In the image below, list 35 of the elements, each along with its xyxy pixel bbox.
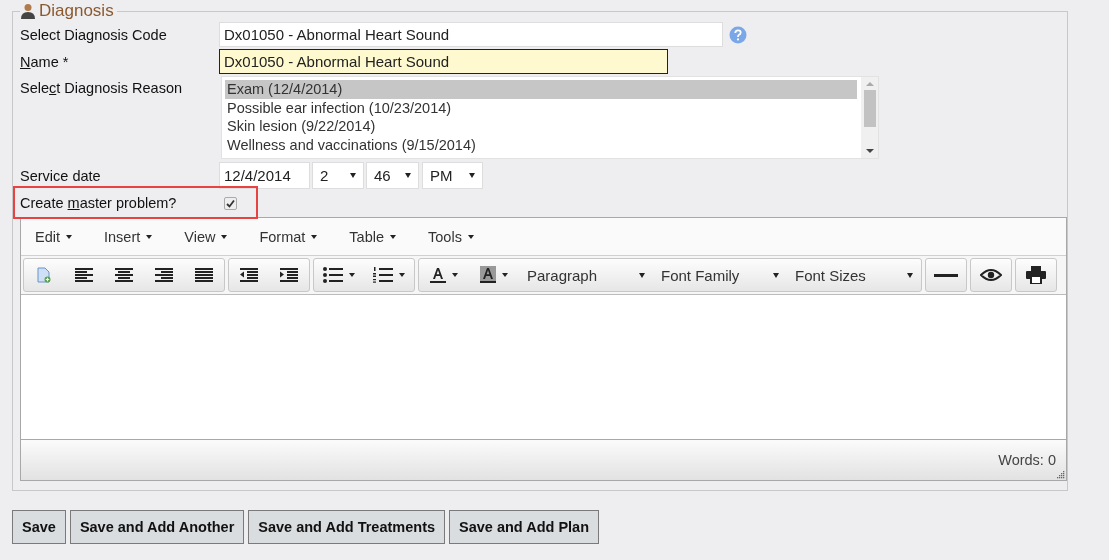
scrollbar[interactable] xyxy=(861,77,878,158)
save-button[interactable]: Save and Add Another xyxy=(69,510,245,544)
save-button[interactable]: Save and Add Plan xyxy=(449,510,600,544)
diagnosis-code-field[interactable]: Dx01050 - Abnormal Heart Sound xyxy=(219,22,723,47)
save-button[interactable]: Save xyxy=(12,510,66,544)
minute-select[interactable]: 46 xyxy=(366,162,419,189)
save-button[interactable]: Save and Add Treatments xyxy=(248,510,446,544)
menu-item[interactable]: Tools xyxy=(420,228,482,245)
list-option[interactable]: Skin lesion (9/22/2014) xyxy=(225,117,857,136)
field-label: Service date xyxy=(20,167,102,184)
reason-listbox[interactable]: Exam (12/4/2014) Possible ear infection (10/23/2014) Skin lesion (9/22/2014) Wellness and vaccinations (9/15/2014) xyxy=(221,76,879,159)
field-label: Select Diagnosis Code xyxy=(20,26,168,43)
checkbox[interactable] xyxy=(224,196,237,210)
toolbar-dropdown[interactable]: Font Family xyxy=(653,259,787,291)
list-option[interactable]: Possible ear infection (10/23/2014) xyxy=(225,98,857,117)
menu-item[interactable]: View xyxy=(176,228,236,245)
menu-item[interactable]: Table xyxy=(341,228,405,245)
field-label: Name * xyxy=(20,53,70,70)
hour-select[interactable]: 2 xyxy=(312,162,364,189)
list-option[interactable]: Exam (12/4/2014) xyxy=(225,80,857,99)
ampm-select[interactable]: PM xyxy=(422,162,483,189)
menu-item[interactable]: Edit xyxy=(27,228,80,245)
toolbar-dropdown[interactable]: Paragraph xyxy=(519,259,653,291)
date-field[interactable]: 12/4/2014 xyxy=(219,162,310,189)
section-legend: Diagnosis xyxy=(39,1,114,21)
field-label: Select Diagnosis Reason xyxy=(20,79,184,96)
word-count: Words: 0 xyxy=(998,452,1056,468)
field-label: Create master problem? xyxy=(20,195,178,211)
list-option[interactable]: Wellness and vaccinations (9/15/2014) xyxy=(225,135,857,154)
resize-grip-icon[interactable] xyxy=(1056,470,1065,479)
name-field[interactable]: Dx01050 - Abnormal Heart Sound xyxy=(219,49,668,74)
toolbar-dropdown[interactable]: Font Sizes xyxy=(787,259,921,291)
person-icon xyxy=(21,3,35,19)
menu-item[interactable]: Insert xyxy=(96,228,161,245)
menu-item[interactable]: Format xyxy=(251,228,326,245)
